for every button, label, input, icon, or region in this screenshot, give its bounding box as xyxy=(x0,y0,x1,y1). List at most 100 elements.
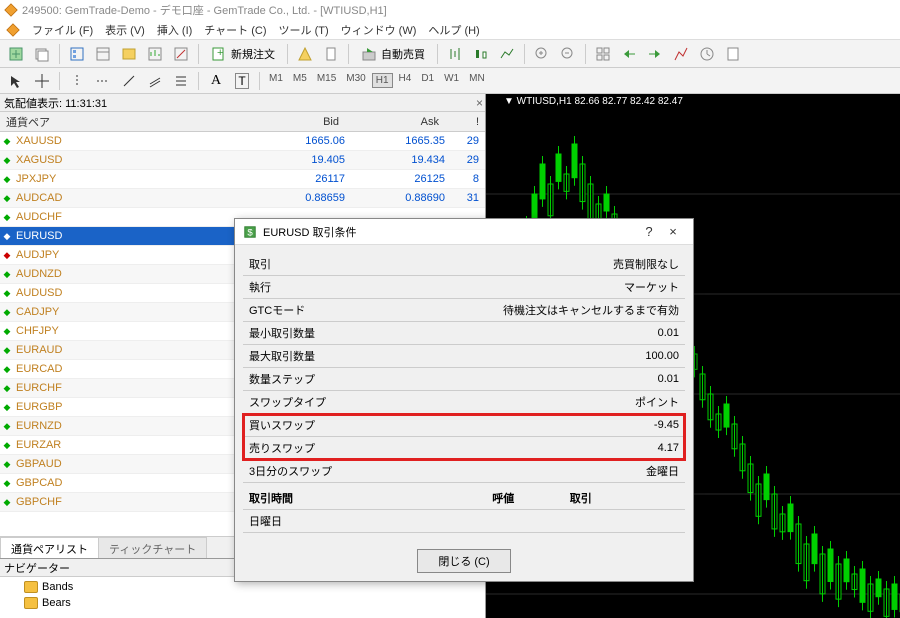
symbol-name: GBPAUD xyxy=(14,458,245,470)
direction-icon: ◆ xyxy=(0,136,14,147)
market-watch-row[interactable]: ◆ AUDCAD 0.88659 0.88690 31 xyxy=(0,189,485,208)
market-watch-icon[interactable] xyxy=(65,42,89,66)
fibo-icon[interactable] xyxy=(169,70,193,92)
menu-file[interactable]: ファイル (F) xyxy=(32,22,93,38)
direction-icon: ◆ xyxy=(0,269,14,280)
ask-price: 0.88690 xyxy=(345,192,445,204)
new-chart-icon[interactable] xyxy=(4,42,28,66)
timeframe-m30[interactable]: M30 xyxy=(342,73,369,88)
symbol-name: CADJPY xyxy=(14,306,245,318)
spec-key: 数量ステップ xyxy=(243,368,392,391)
col-ask[interactable]: Ask xyxy=(345,114,445,130)
tab-tick-chart[interactable]: ティックチャート xyxy=(98,537,207,558)
trendline-icon[interactable] xyxy=(117,70,141,92)
symbol-name: XAGUSD xyxy=(14,154,245,166)
col-symbol[interactable]: 通貨ペア xyxy=(0,112,245,132)
close-button[interactable]: 閉じる (C) xyxy=(417,549,510,573)
ask-price: 1665.35 xyxy=(345,135,445,147)
session-table: 取引時間 呼値 取引 日曜日 xyxy=(243,487,685,533)
navigator-item[interactable]: Bears xyxy=(4,595,481,611)
timeframe-m15[interactable]: M15 xyxy=(313,73,340,88)
session-day: 日曜日 xyxy=(243,510,443,533)
zoom-in-icon[interactable] xyxy=(530,42,554,66)
timeframe-h4[interactable]: H4 xyxy=(395,73,416,88)
direction-icon: ◆ xyxy=(0,497,14,508)
help-icon[interactable]: ? xyxy=(637,224,661,239)
direction-icon: ◆ xyxy=(0,193,14,204)
tab-symbol-list[interactable]: 通貨ペアリスト xyxy=(0,537,99,558)
col-exc[interactable]: ! xyxy=(445,114,485,130)
market-watch-row[interactable]: ◆ JPXJPY 26117 26125 8 xyxy=(0,170,485,189)
symbol-name: CHFJPY xyxy=(14,325,245,337)
candle-chart-icon[interactable] xyxy=(469,42,493,66)
auto-trade-button[interactable]: 自動売買 xyxy=(354,42,432,66)
chart-shift-icon[interactable] xyxy=(643,42,667,66)
timeframe-mn[interactable]: MN xyxy=(465,73,489,88)
direction-icon: ◆ xyxy=(0,478,14,489)
text-icon[interactable]: A xyxy=(204,70,228,92)
profiles-icon[interactable] xyxy=(30,42,54,66)
market-watch-header: 気配値表示: 11:31:31 × xyxy=(0,94,485,112)
line-chart-icon[interactable] xyxy=(495,42,519,66)
bid-price: 19.405 xyxy=(245,154,345,166)
spread: 29 xyxy=(445,135,485,147)
hline-icon[interactable] xyxy=(91,70,115,92)
cursor-icon[interactable] xyxy=(4,70,28,92)
spec-value: ポイント xyxy=(392,391,686,414)
options-icon[interactable] xyxy=(319,42,343,66)
timeframe-d1[interactable]: D1 xyxy=(417,73,438,88)
new-order-button[interactable]: + 新規注文 xyxy=(204,42,282,66)
indicators-icon[interactable] xyxy=(669,42,693,66)
col-bid[interactable]: Bid xyxy=(245,114,345,130)
dialog-title: EURUSD 取引条件 xyxy=(263,224,637,240)
zoom-out-icon[interactable] xyxy=(556,42,580,66)
new-order-icon: + xyxy=(211,46,227,62)
bar-chart-icon[interactable] xyxy=(443,42,467,66)
direction-icon: ◆ xyxy=(0,345,14,356)
templates-icon[interactable] xyxy=(721,42,745,66)
channel-icon[interactable] xyxy=(143,70,167,92)
symbol-name: GBPCAD xyxy=(14,477,245,489)
market-watch-row[interactable]: ◆ XAUUSD 1665.06 1665.35 29 xyxy=(0,132,485,151)
symbol-name: GBPCHF xyxy=(14,496,245,508)
menu-tool[interactable]: ツール (T) xyxy=(279,22,329,38)
spec-value: -9.45 xyxy=(392,414,686,437)
vline-icon[interactable] xyxy=(65,70,89,92)
timeframe-m1[interactable]: M1 xyxy=(265,73,287,88)
periods-icon[interactable] xyxy=(695,42,719,66)
direction-icon: ◆ xyxy=(0,250,14,261)
timeframe-w1[interactable]: W1 xyxy=(440,73,463,88)
close-icon[interactable]: × xyxy=(661,224,685,239)
bid-price: 1665.06 xyxy=(245,135,345,147)
terminal-icon[interactable] xyxy=(143,42,167,66)
menu-help[interactable]: ヘルプ (H) xyxy=(428,22,479,38)
navigator-title: ナビゲーター xyxy=(4,560,70,576)
spec-key: 売りスワップ xyxy=(243,437,392,460)
timeframe-m5[interactable]: M5 xyxy=(289,73,311,88)
auto-scroll-icon[interactable] xyxy=(617,42,641,66)
menu-insert[interactable]: 挿入 (I) xyxy=(157,22,192,38)
tester-icon[interactable] xyxy=(169,42,193,66)
spec-key: 最大取引数量 xyxy=(243,345,392,368)
data-window-icon[interactable] xyxy=(91,42,115,66)
text-label-icon[interactable]: T xyxy=(230,70,254,92)
symbol-name: EURCHF xyxy=(14,382,245,394)
dialog-titlebar[interactable]: $ EURUSD 取引条件 ? × xyxy=(235,219,693,245)
menu-view[interactable]: 表示 (V) xyxy=(105,22,145,38)
auto-trade-icon xyxy=(361,46,377,62)
crosshair-icon[interactable] xyxy=(30,70,54,92)
menu-window[interactable]: ウィンドウ (W) xyxy=(341,22,417,38)
meta-editor-icon[interactable] xyxy=(293,42,317,66)
direction-icon: ◆ xyxy=(0,421,14,432)
market-watch-row[interactable]: ◆ XAGUSD 19.405 19.434 29 xyxy=(0,151,485,170)
timeframe-h1[interactable]: H1 xyxy=(372,73,393,88)
col-trade: 取引 xyxy=(564,487,685,510)
menu-chart[interactable]: チャート (C) xyxy=(204,22,266,38)
spec-value: 4.17 xyxy=(392,437,686,460)
close-icon[interactable]: × xyxy=(476,96,483,110)
direction-icon: ◆ xyxy=(0,155,14,166)
navigator-icon[interactable] xyxy=(117,42,141,66)
spec-value: 金曜日 xyxy=(392,460,686,483)
tile-icon[interactable] xyxy=(591,42,615,66)
app-menu-icon[interactable] xyxy=(6,23,20,37)
